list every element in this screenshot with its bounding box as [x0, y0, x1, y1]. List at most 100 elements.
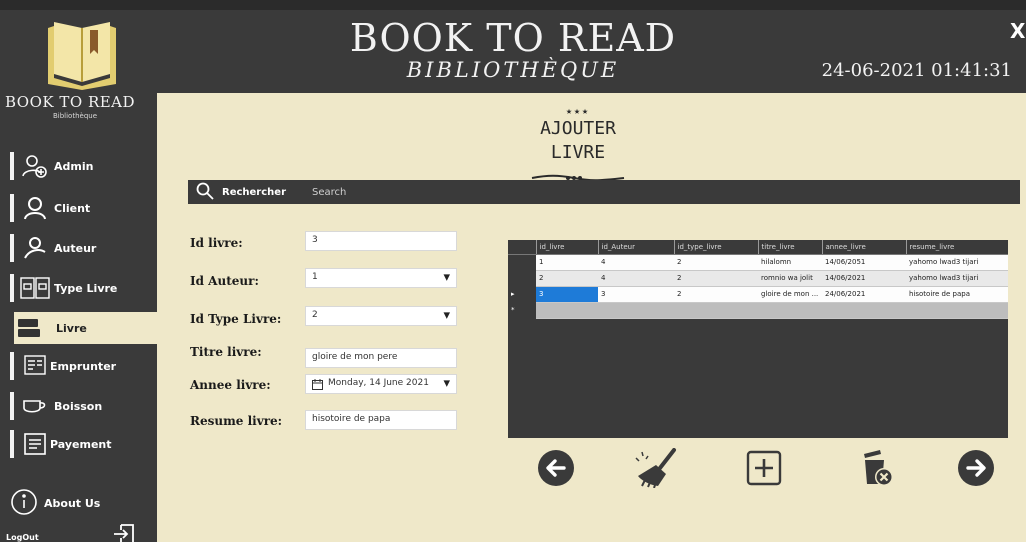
user-icon [20, 195, 50, 221]
table-cell[interactable]: yahomo lwad3 tijari [906, 270, 1008, 287]
column-header[interactable]: id_Auteur [597, 240, 674, 255]
row-header-current[interactable]: ▸ [508, 286, 536, 302]
search-input[interactable] [312, 182, 1012, 202]
broom-icon [635, 448, 676, 489]
id-livre-label: Id livre: [190, 236, 243, 250]
new-row-cell[interactable] [536, 302, 1008, 319]
table-header-row: id_livre id_Auteur id_type_livre titre_l… [508, 240, 1008, 255]
sidebar-item-payement[interactable]: Payement [10, 428, 150, 460]
table-cell[interactable]: 14/06/2021 [822, 270, 906, 287]
search-button[interactable]: Rechercher [188, 180, 304, 204]
table-cell[interactable]: 2 [674, 286, 758, 303]
table-row[interactable]: 2 4 2 romnio wa jolit 14/06/2021 yahomo … [508, 270, 1008, 287]
sidebar-item-emprunter[interactable]: Emprunter [10, 350, 150, 382]
table-cell[interactable]: gloire de mon ... [758, 286, 822, 303]
row-header[interactable] [508, 254, 536, 270]
table-row-selected[interactable]: ▸ 3 3 2 gloire de mon ... 24/06/2021 his… [508, 286, 1008, 303]
about-us-button[interactable]: About Us [10, 488, 100, 519]
table-cell-selected[interactable]: 3 [536, 286, 598, 303]
titre-livre-input[interactable]: gloire de mon pere [305, 348, 457, 368]
sidebar-item-label: Livre [56, 321, 87, 335]
borrow-icon [20, 353, 50, 379]
plus-square-icon [746, 450, 782, 486]
row-header-new[interactable]: * [508, 302, 536, 318]
table-cell[interactable]: romnio wa jolit [758, 270, 822, 287]
annee-livre-datepicker[interactable]: Monday, 14 June 2021 [305, 374, 457, 394]
delete-button[interactable] [856, 448, 896, 488]
table-new-row[interactable]: * [508, 302, 1008, 319]
admin-add-user-icon [20, 153, 50, 179]
app-title: BOOK TO READ [349, 16, 677, 60]
sidebar-item-admin[interactable]: Admin [10, 150, 150, 182]
table-cell[interactable]: 2 [536, 270, 598, 287]
calendar-icon [312, 379, 323, 393]
table-cell[interactable]: 3 [598, 286, 674, 303]
id-livre-input[interactable]: 3 [305, 231, 457, 251]
resume-livre-label: Resume livre: [190, 414, 283, 428]
sidebar-item-client[interactable]: Client [10, 192, 150, 224]
sidebar-item-boisson[interactable]: Boisson [10, 390, 150, 422]
column-header[interactable]: id_type_livre [673, 240, 758, 255]
sidebar-item-label: Payement [50, 437, 112, 451]
table-row[interactable]: 1 4 2 hilalomn 14/06/2051 yahomo lwad3 t… [508, 254, 1008, 271]
sidebar-item-type-livre[interactable]: Type Livre [10, 272, 150, 304]
books-table[interactable]: id_livre id_Auteur id_type_livre titre_l… [508, 240, 1008, 438]
sidebar-item-auteur[interactable]: Auteur [10, 232, 150, 264]
table-cell[interactable]: 14/06/2051 [822, 254, 906, 271]
section-title-line1: AJOUTER [540, 118, 616, 139]
info-icon [10, 488, 38, 519]
table-cell[interactable]: 2 [674, 270, 758, 287]
search-icon [196, 182, 214, 203]
stars-decoration: ★★★ [565, 106, 591, 117]
author-icon [20, 235, 50, 261]
column-header[interactable]: id_livre [535, 240, 598, 255]
app-window: BOOK TO READ BIBLIOTHÈQUE 24-06-2021 01:… [0, 10, 1026, 542]
table-cell[interactable]: 4 [598, 270, 674, 287]
table-cell[interactable]: 1 [536, 254, 598, 271]
table-cell[interactable]: hisotoire de papa [906, 286, 1008, 303]
id-auteur-label: Id Auteur: [190, 274, 259, 288]
brand-title: BOOK TO READ [5, 93, 136, 111]
resume-livre-input[interactable]: hisotoire de papa [305, 410, 457, 430]
search-bar: Rechercher [188, 180, 1020, 204]
sidebar-item-label: Boisson [54, 399, 103, 413]
id-auteur-select[interactable]: 1 [305, 268, 457, 288]
section-title-line2: LIVRE [550, 142, 606, 163]
sidebar-item-label: Admin [54, 159, 94, 173]
annee-livre-value: Monday, 14 June 2021 [328, 378, 429, 388]
clear-button[interactable] [634, 448, 680, 489]
section-title: ★★★ AJOUTER LIVRE [518, 107, 638, 189]
logout-label: LogOut [6, 533, 39, 542]
logout-icon[interactable] [112, 522, 136, 542]
id-type-livre-select[interactable]: 2 [305, 306, 457, 326]
titre-livre-label: Titre livre: [190, 345, 262, 359]
sidebar-item-label: Client [54, 201, 91, 215]
row-header[interactable] [508, 270, 536, 286]
next-button[interactable] [956, 448, 996, 488]
header: BOOK TO READ BIBLIOTHÈQUE 24-06-2021 01:… [0, 10, 1026, 93]
column-header[interactable]: annee_livre [821, 240, 906, 255]
column-header[interactable]: titre_livre [757, 240, 822, 255]
search-button-label: Rechercher [222, 186, 287, 198]
arrow-right-circle-icon [958, 450, 994, 486]
close-button[interactable]: X [1010, 20, 1026, 42]
arrow-left-circle-icon [538, 450, 574, 486]
sidebar-item-label: Type Livre [54, 281, 118, 295]
column-header[interactable]: resume_livre [905, 240, 1008, 255]
id-type-livre-label: Id Type Livre: [190, 312, 282, 326]
cup-icon [20, 393, 50, 419]
add-button[interactable] [744, 448, 784, 488]
about-us-label: About Us [44, 497, 101, 510]
brand-subtitle: Bibliothèque [52, 112, 98, 120]
trash-delete-icon [864, 450, 893, 486]
table-cell[interactable]: 24/06/2021 [822, 286, 906, 303]
annee-livre-label: Annee livre: [190, 378, 271, 392]
datetime-display: 24-06-2021 01:41:31 [821, 60, 1012, 81]
table-cell[interactable]: hilalomn [758, 254, 822, 271]
sidebar-item-livre[interactable]: Livre [14, 312, 157, 344]
sidebar-item-label: Emprunter [50, 359, 117, 373]
table-cell[interactable]: 4 [598, 254, 674, 271]
table-cell[interactable]: 2 [674, 254, 758, 271]
table-cell[interactable]: yahomo lwad3 tijari [906, 254, 1008, 271]
previous-button[interactable] [536, 448, 576, 488]
